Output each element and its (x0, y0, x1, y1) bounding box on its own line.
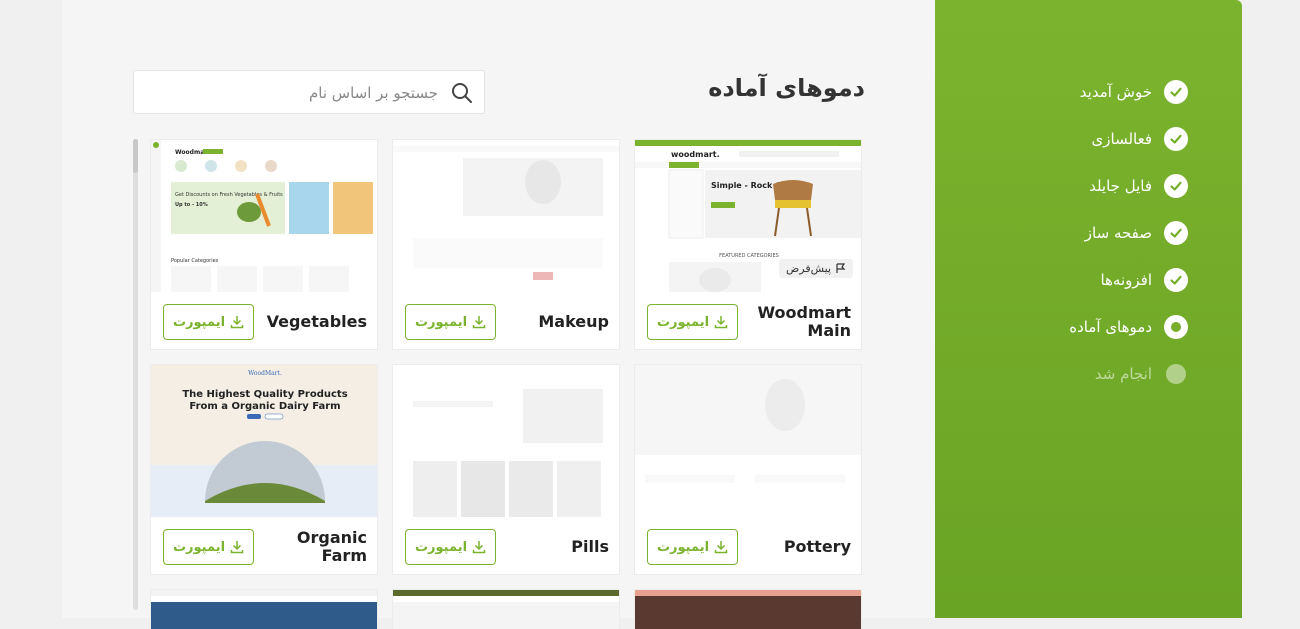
thumb-logo: WoodMart. (248, 370, 282, 377)
download-icon (714, 540, 728, 554)
demo-card-pills: Pills ایمپورت (392, 364, 620, 575)
download-icon (230, 540, 244, 554)
scrollbar[interactable] (133, 139, 138, 610)
step-page-builder[interactable]: صفحه ساز (1069, 209, 1188, 256)
import-button-label: ایمپورت (172, 314, 226, 330)
demo-card-organic-farm: WoodMart. The Highest Quality Products F… (150, 364, 378, 575)
demo-thumbnail (393, 365, 619, 517)
import-button-label: ایمپورت (172, 539, 226, 555)
step-label: فعالسازی (1091, 129, 1152, 148)
check-icon (1164, 220, 1188, 245)
demo-card-partial (150, 589, 378, 629)
demo-card-woodmart-main: woodmart. Simple - Rock Chair. FEATURED … (634, 139, 862, 350)
step-activation[interactable]: فعالسازی (1069, 115, 1188, 162)
thumb-promo: Get Discounts on Fresh Vegetables & Frui… (175, 192, 283, 198)
import-button[interactable]: ایمپورت (163, 529, 254, 565)
search-icon[interactable] (451, 82, 473, 108)
step-plugins[interactable]: افزونه‌ها (1069, 256, 1188, 303)
step-label: افزونه‌ها (1100, 270, 1152, 289)
download-icon (714, 315, 728, 329)
step-label: صفحه ساز (1084, 223, 1152, 242)
step-welcome[interactable]: خوش آمدید (1069, 68, 1188, 115)
step-label: دموهای آماده (1069, 317, 1152, 336)
thumb-section: Popular Categories (171, 258, 219, 264)
demo-name: Woodmart Main (757, 303, 851, 340)
import-button[interactable]: ایمپورت (647, 304, 738, 340)
import-button-label: ایمپورت (656, 314, 710, 330)
check-icon (1164, 267, 1188, 292)
import-button[interactable]: ایمپورت (647, 529, 738, 565)
step-label: خوش آمدید (1079, 82, 1152, 101)
check-icon (1164, 79, 1188, 104)
thumb-section: FEATURED CATEGORIES (719, 253, 779, 259)
demo-card-partial (392, 589, 620, 629)
demo-card-partial (634, 589, 862, 629)
demo-name: Organic Farm (296, 528, 367, 565)
import-button[interactable]: ایمپورت (163, 304, 254, 340)
demo-thumbnail (635, 365, 861, 517)
step-label: فایل جایلد (1089, 176, 1152, 195)
thumb-headline-1: The Highest Quality Products (182, 389, 347, 400)
scrollbar-thumb[interactable] (133, 139, 138, 173)
page-title: دموهای آماده (708, 74, 865, 102)
demo-card-makeup: Makeup ایمپورت (392, 139, 620, 350)
thumb-logo: woodmart. (671, 150, 720, 159)
demo-name: Pottery (783, 537, 851, 556)
step-child-theme[interactable]: فایل جایلد (1069, 162, 1188, 209)
thumb-headline-2: From a Organic Dairy Farm (189, 401, 340, 412)
flag-icon (836, 263, 846, 273)
demo-thumbnail: WoodMart. The Highest Quality Products F… (151, 365, 377, 517)
check-icon (1164, 126, 1188, 151)
default-badge-label: پیش‌فرض (785, 262, 831, 275)
demo-name: Pills (571, 537, 609, 556)
import-button[interactable]: ایمپورت (405, 304, 496, 340)
search-box[interactable] (133, 70, 485, 114)
step-label: انجام شد (1094, 364, 1152, 383)
content-panel: دموهای آماده woodmart. Simple - Rock Cha… (62, 0, 935, 629)
import-button-label: ایمپورت (414, 314, 468, 330)
default-badge: پیش‌فرض (778, 259, 853, 278)
pending-step-icon (1166, 363, 1186, 384)
demo-thumbnail: Woodmart Get Discounts on Fresh Vegetabl… (151, 140, 377, 292)
check-icon (1164, 173, 1188, 198)
demo-thumbnail (393, 140, 619, 292)
download-icon (230, 315, 244, 329)
search-input[interactable] (142, 79, 440, 107)
current-step-icon (1164, 314, 1188, 339)
demo-card-vegetables: Woodmart Get Discounts on Fresh Vegetabl… (150, 139, 378, 350)
demo-name: Makeup (538, 312, 609, 331)
download-icon (472, 315, 486, 329)
demo-name: Vegetables (266, 312, 367, 331)
import-button-label: ایمپورت (656, 539, 710, 555)
demo-card-pottery: Pottery ایمپورت (634, 364, 862, 575)
step-prebuilt-demos[interactable]: دموهای آماده (1069, 303, 1188, 350)
import-button-label: ایمپورت (414, 539, 468, 555)
wizard-steps: خوش آمدید فعالسازی فایل جایلد صفحه ساز ا… (1069, 68, 1188, 397)
wizard-sidebar: خوش آمدید فعالسازی فایل جایلد صفحه ساز ا… (935, 0, 1242, 618)
thumb-promo-sub: Up to - 10% (175, 202, 208, 208)
import-button[interactable]: ایمپورت (405, 529, 496, 565)
step-done: انجام شد (1069, 350, 1188, 397)
download-icon (472, 540, 486, 554)
